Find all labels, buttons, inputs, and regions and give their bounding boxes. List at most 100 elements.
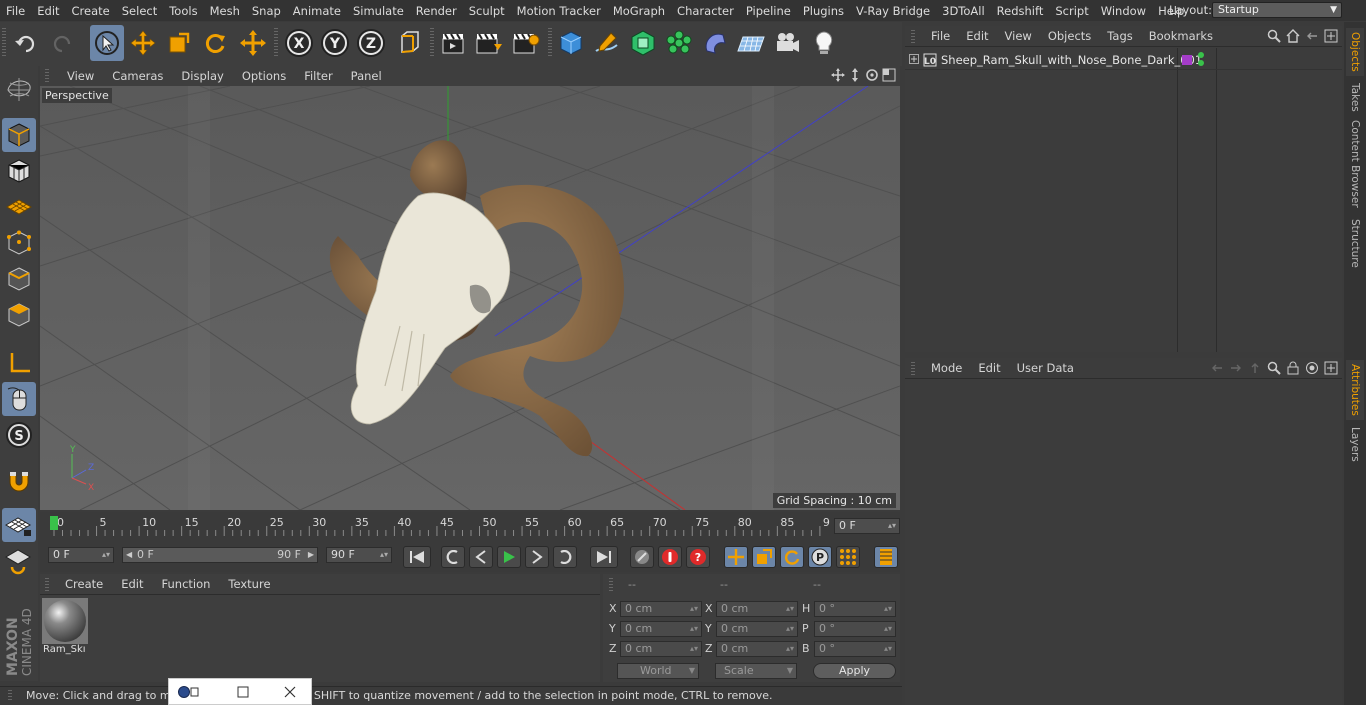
range-right-arrow-icon[interactable]: ▶: [308, 548, 314, 562]
menu-plugins[interactable]: Plugins: [797, 4, 850, 18]
start-frame-field[interactable]: 0 F ▴▾: [48, 547, 114, 563]
polygons-mode-button[interactable]: [2, 298, 36, 332]
material-menu-create[interactable]: Create: [56, 577, 112, 591]
tab-objects[interactable]: Objects: [1346, 28, 1364, 76]
left-arrow-icon[interactable]: [1210, 361, 1224, 375]
tab-structure[interactable]: Structure: [1346, 214, 1364, 272]
solo-button[interactable]: S: [2, 418, 36, 452]
viewport-canvas[interactable]: Y Z X: [40, 86, 900, 510]
material-menu-texture[interactable]: Texture: [219, 577, 279, 591]
material-menu-edit[interactable]: Edit: [112, 577, 152, 591]
record-active-button[interactable]: [630, 546, 654, 568]
rot-h-field[interactable]: 0 ° ▴▾: [814, 601, 896, 617]
redo-button[interactable]: [45, 25, 79, 61]
prev-frame-button[interactable]: [469, 546, 493, 568]
menu-script[interactable]: Script: [1049, 4, 1094, 18]
search-icon[interactable]: [1267, 29, 1281, 43]
model-mode-button[interactable]: [2, 118, 36, 152]
play-button[interactable]: [497, 546, 521, 568]
coordinate-system-select[interactable]: World ▼: [617, 663, 699, 679]
points-mode-button[interactable]: [2, 226, 36, 260]
toolbar-grip[interactable]: [548, 28, 552, 58]
viewport-menu-options[interactable]: Options: [233, 69, 295, 83]
up-arrow-icon[interactable]: [1248, 361, 1262, 375]
cloner-button[interactable]: [662, 25, 696, 61]
maximize-view-icon[interactable]: [882, 68, 896, 82]
end-frame-field[interactable]: 90 F ▴▾: [326, 547, 392, 563]
menu-vray-bridge[interactable]: V-Ray Bridge: [850, 4, 936, 18]
keyframe-selection-button[interactable]: ?: [686, 546, 710, 568]
pos-x-field[interactable]: 0 cm ▴▾: [620, 601, 702, 617]
rot-p-field[interactable]: 0 ° ▴▾: [814, 621, 896, 637]
menu-tools[interactable]: Tools: [163, 4, 203, 18]
size-z-field[interactable]: 0 cm ▴▾: [716, 641, 798, 657]
scale-tool-button[interactable]: [162, 25, 196, 61]
home-icon[interactable]: [1286, 29, 1300, 43]
om-menu-tags[interactable]: Tags: [1099, 29, 1140, 43]
workplane-lock-button[interactable]: [2, 508, 36, 542]
workplane-align-button[interactable]: [2, 544, 36, 578]
viewport-menu-panel[interactable]: Panel: [342, 69, 391, 83]
subdivision-surface-button[interactable]: [626, 25, 660, 61]
go-to-end-button[interactable]: [590, 546, 618, 568]
move-tool-button[interactable]: [126, 25, 160, 61]
size-x-field[interactable]: 0 cm ▴▾: [716, 601, 798, 617]
panel-grip[interactable]: [45, 69, 49, 83]
menu-3dtoall[interactable]: 3DToAll: [936, 4, 991, 18]
object-name[interactable]: Sheep_Ram_Skull_with_Nose_Bone_Dark_001: [941, 53, 1202, 67]
menu-sculpt[interactable]: Sculpt: [463, 4, 511, 18]
deformer-button[interactable]: [698, 25, 732, 61]
range-left-arrow-icon[interactable]: ◀: [126, 548, 132, 562]
panel-grip[interactable]: [609, 578, 613, 592]
viewport-menu-filter[interactable]: Filter: [295, 69, 341, 83]
render-to-picture-viewer-button[interactable]: [472, 25, 506, 61]
zoom-view-icon[interactable]: [848, 68, 862, 82]
render-settings-button[interactable]: [509, 25, 543, 61]
am-menu-mode[interactable]: Mode: [923, 361, 970, 375]
viewport-menu-view[interactable]: View: [58, 69, 103, 83]
perspective-viewport[interactable]: Y Z X Perspective Grid Spacing : 10 cm: [40, 86, 900, 510]
pos-y-field[interactable]: 0 cm ▴▾: [620, 621, 702, 637]
y-axis-lock-button[interactable]: Y: [318, 25, 352, 61]
current-frame-field[interactable]: 0 F ▴▾: [834, 518, 900, 534]
tab-attributes[interactable]: Attributes: [1346, 360, 1364, 420]
om-menu-view[interactable]: View: [997, 29, 1040, 43]
next-frame-button[interactable]: [525, 546, 549, 568]
render-visibility-dot[interactable]: [1198, 60, 1204, 66]
om-menu-edit[interactable]: Edit: [958, 29, 996, 43]
live-selection-button[interactable]: [90, 25, 124, 61]
tab-content-browser[interactable]: Content Browser: [1346, 118, 1364, 210]
am-menu-user-data[interactable]: User Data: [1009, 361, 1082, 375]
close-icon[interactable]: [283, 685, 297, 699]
panel-grip[interactable]: [911, 362, 915, 376]
camera-button[interactable]: [770, 25, 804, 61]
pen-spline-button[interactable]: [590, 25, 624, 61]
timeline-ruler[interactable]: 0 5 10 15 20 25 30 35 40 45 50 55 60 65 70 75 80 85 90 0 F…: [40, 512, 900, 542]
go-to-start-button[interactable]: [403, 546, 431, 568]
right-arrow-icon[interactable]: [1229, 361, 1243, 375]
menu-window[interactable]: Window: [1095, 4, 1152, 18]
edges-mode-button[interactable]: [2, 262, 36, 296]
maximize-icon[interactable]: [237, 686, 249, 698]
texture-mode-button[interactable]: [2, 154, 36, 188]
menu-character[interactable]: Character: [671, 4, 740, 18]
coordinate-system-button[interactable]: [392, 25, 426, 61]
search-icon[interactable]: [1267, 361, 1281, 375]
rotate-view-icon[interactable]: [865, 68, 879, 82]
z-axis-lock-button[interactable]: Z: [354, 25, 388, 61]
floor-button[interactable]: [734, 25, 768, 61]
target-icon[interactable]: [1305, 361, 1319, 375]
undo-button[interactable]: [9, 25, 43, 61]
menu-select[interactable]: Select: [116, 4, 163, 18]
menu-pipeline[interactable]: Pipeline: [740, 4, 797, 18]
menu-animate[interactable]: Animate: [287, 4, 347, 18]
menu-edit[interactable]: Edit: [31, 4, 65, 18]
light-button[interactable]: [807, 25, 841, 61]
am-menu-edit[interactable]: Edit: [970, 361, 1008, 375]
render-view-button[interactable]: [436, 25, 470, 61]
toolbar-grip[interactable]: [2, 28, 6, 58]
viewport-menu-display[interactable]: Display: [172, 69, 232, 83]
apply-button[interactable]: Apply: [813, 663, 896, 679]
layout-select[interactable]: Startup ▼: [1212, 2, 1342, 18]
tweak-mode-button[interactable]: [2, 382, 36, 416]
